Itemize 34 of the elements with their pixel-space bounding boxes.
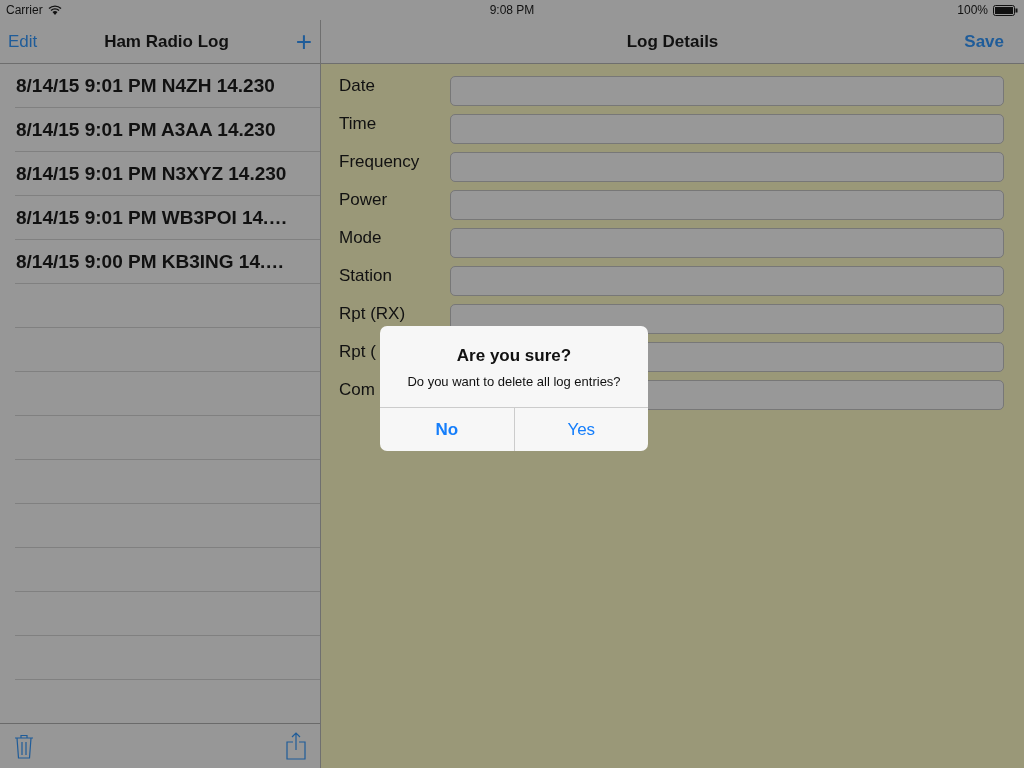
carrier-label: Carrier bbox=[6, 3, 43, 17]
input-field[interactable] bbox=[450, 76, 1004, 106]
field-label: Time bbox=[339, 114, 377, 133]
input-field[interactable] bbox=[450, 228, 1004, 258]
field-label: Rpt (RX) bbox=[339, 304, 406, 323]
field-label: Date bbox=[339, 76, 375, 95]
input-field[interactable] bbox=[450, 152, 1004, 182]
input-field[interactable] bbox=[450, 190, 1004, 220]
field-label: Power bbox=[339, 190, 388, 209]
trash-icon[interactable] bbox=[14, 733, 34, 759]
input-field[interactable] bbox=[450, 304, 1004, 334]
alert-message: Do you want to delete all log entries? bbox=[406, 374, 622, 389]
detail-title: Log Details bbox=[626, 31, 719, 52]
alert-button[interactable]: Yes bbox=[513, 408, 648, 451]
field-label: Station bbox=[339, 266, 392, 285]
log-entry[interactable]: 8/14/15 9:01 PM A3AA 14.230 bbox=[16, 119, 276, 141]
wifi-icon bbox=[47, 5, 62, 15]
field-label: Frequency bbox=[339, 152, 420, 171]
battery-percent: 100% bbox=[957, 3, 988, 17]
field-label: Com bbox=[339, 380, 375, 399]
alert-title: Are you sure? bbox=[455, 346, 573, 366]
input-field[interactable] bbox=[450, 266, 1004, 296]
log-entry[interactable]: 8/14/15 9:01 PM N4ZH 14.230 bbox=[16, 75, 275, 97]
clock-time: 9:08 PM bbox=[489, 3, 535, 17]
input-field[interactable] bbox=[450, 114, 1004, 144]
share-icon[interactable] bbox=[286, 732, 306, 760]
alert-button[interactable]: No bbox=[380, 408, 514, 451]
list-title: Ham Radio Log bbox=[104, 31, 229, 52]
battery-icon bbox=[993, 4, 1018, 16]
field-label: Rpt ( bbox=[339, 342, 376, 361]
log-entry[interactable]: 8/14/15 9:01 PM N3XYZ 14.230 bbox=[16, 163, 287, 185]
log-entry[interactable]: 8/14/15 9:00 PM KB3ING 14.… bbox=[16, 251, 285, 273]
field-label: Mode bbox=[339, 228, 382, 247]
log-entry[interactable]: 8/14/15 9:01 PM WB3POI 14.… bbox=[16, 207, 288, 229]
